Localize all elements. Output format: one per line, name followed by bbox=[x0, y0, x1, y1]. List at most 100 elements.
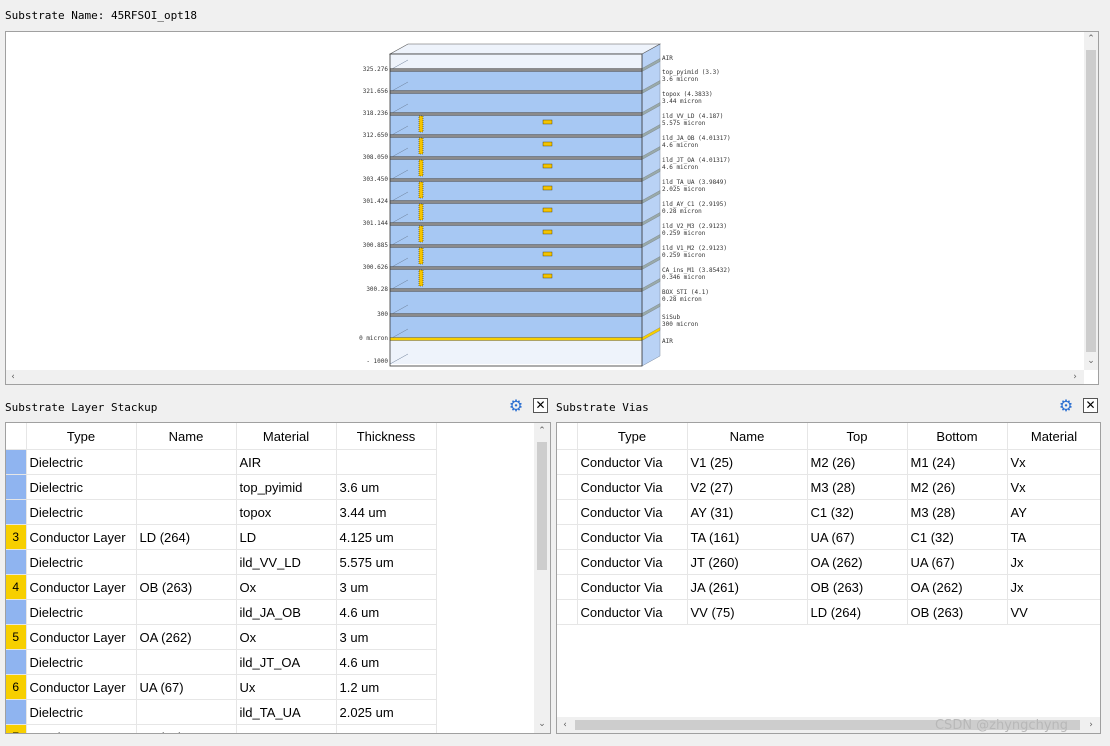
cell-thickness[interactable]: 5.575 um bbox=[336, 549, 437, 575]
cell-name[interactable] bbox=[136, 599, 237, 625]
cell-bottom[interactable]: M3 (28) bbox=[907, 499, 1008, 525]
cell-name[interactable] bbox=[136, 449, 237, 475]
scroll-down-icon[interactable]: ⌄ bbox=[534, 719, 550, 729]
cell-thickness[interactable]: 0.175 um bbox=[336, 724, 437, 733]
cell-name[interactable]: OA (262) bbox=[136, 624, 237, 650]
cell-name[interactable] bbox=[136, 549, 237, 575]
table-row[interactable]: Conductor Via V1 (25) M2 (26) M1 (24) Vx bbox=[557, 449, 1100, 475]
column-header-top[interactable]: Top bbox=[807, 423, 908, 450]
cell-thickness[interactable]: 3 um bbox=[336, 624, 437, 650]
cell-thickness[interactable] bbox=[336, 449, 437, 475]
cell-material[interactable]: top_pyimid bbox=[236, 474, 337, 500]
cell-name[interactable]: TA (161) bbox=[687, 524, 808, 550]
cell-type[interactable]: Conductor Via bbox=[577, 474, 688, 500]
scroll-right-icon[interactable]: › bbox=[1086, 720, 1096, 730]
cell-thickness[interactable]: 3.44 um bbox=[336, 499, 437, 525]
cell-material[interactable]: Ox bbox=[236, 624, 337, 650]
cell-material[interactable]: ild_JT_OA bbox=[236, 649, 337, 675]
cell-type[interactable]: Conductor Via bbox=[577, 574, 688, 600]
cell-material[interactable]: Jx bbox=[1007, 549, 1100, 575]
cell-type[interactable]: Dielectric bbox=[26, 549, 137, 575]
scroll-left-icon[interactable]: ‹ bbox=[8, 372, 18, 382]
cell-name[interactable]: LD (264) bbox=[136, 524, 237, 550]
cell-material[interactable]: Ux bbox=[236, 674, 337, 700]
table-row[interactable]: 6 Conductor Layer UA (67) Ux 1.2 um bbox=[6, 674, 437, 700]
scroll-left-icon[interactable]: ‹ bbox=[560, 720, 570, 730]
cell-name[interactable]: C1 (32) bbox=[136, 724, 237, 733]
column-header-type[interactable]: Type bbox=[577, 423, 688, 450]
stack-view[interactable]: 325.276 321.656 318.236 312.650 308.050 303.4… bbox=[5, 31, 1099, 385]
cell-thickness[interactable]: 4.6 um bbox=[336, 599, 437, 625]
cell-name[interactable] bbox=[136, 474, 237, 500]
scroll-right-icon[interactable]: › bbox=[1070, 372, 1080, 382]
cell-material[interactable]: AIR bbox=[236, 449, 337, 475]
cell-type[interactable]: Dielectric bbox=[26, 474, 137, 500]
cell-thickness[interactable]: 3 um bbox=[336, 574, 437, 600]
cell-bottom[interactable]: OA (262) bbox=[907, 574, 1008, 600]
cell-name[interactable]: JA (261) bbox=[687, 574, 808, 600]
table-row[interactable]: Conductor Via VV (75) LD (264) OB (263) VV bbox=[557, 599, 1100, 625]
cell-top[interactable]: OB (263) bbox=[807, 574, 908, 600]
cell-bottom[interactable]: M1 (24) bbox=[907, 449, 1008, 475]
cell-type[interactable]: Conductor Via bbox=[577, 524, 688, 550]
table-row[interactable]: Dielectric topox 3.44 um bbox=[6, 499, 437, 525]
cell-name[interactable] bbox=[136, 699, 237, 725]
cell-bottom[interactable]: UA (67) bbox=[907, 549, 1008, 575]
table-row[interactable]: Conductor Via AY (31) C1 (32) M3 (28) AY bbox=[557, 499, 1100, 525]
stack-horizontal-scrollbar[interactable]: ‹ › bbox=[6, 370, 1084, 384]
column-header-material[interactable]: Material bbox=[236, 423, 337, 450]
table-row[interactable]: Conductor Via JA (261) OB (263) OA (262) Jx bbox=[557, 574, 1100, 600]
cell-top[interactable]: M2 (26) bbox=[807, 449, 908, 475]
scroll-up-icon[interactable]: ⌃ bbox=[534, 426, 550, 436]
cell-material[interactable]: ild_TA_UA bbox=[236, 699, 337, 725]
cell-type[interactable]: Conductor Via bbox=[577, 449, 688, 475]
column-header-type[interactable]: Type bbox=[26, 423, 137, 450]
table-row[interactable]: Conductor Via JT (260) OA (262) UA (67) Jx bbox=[557, 549, 1100, 575]
cell-bottom[interactable]: C1 (32) bbox=[907, 524, 1008, 550]
cell-top[interactable]: C1 (32) bbox=[807, 499, 908, 525]
cell-type[interactable]: Conductor Via bbox=[577, 599, 688, 625]
cell-type[interactable]: Dielectric bbox=[26, 699, 137, 725]
cell-thickness[interactable]: 3.6 um bbox=[336, 474, 437, 500]
cell-name[interactable] bbox=[136, 499, 237, 525]
table-row[interactable]: 4 Conductor Layer OB (263) Ox 3 um bbox=[6, 574, 437, 600]
cell-material[interactable]: VV bbox=[1007, 599, 1100, 625]
cell-bottom[interactable]: OB (263) bbox=[907, 599, 1008, 625]
cell-bottom[interactable]: M2 (26) bbox=[907, 474, 1008, 500]
cell-material[interactable]: ild_JA_OB bbox=[236, 599, 337, 625]
cell-name[interactable]: V2 (27) bbox=[687, 474, 808, 500]
cell-type[interactable]: Dielectric bbox=[26, 449, 137, 475]
column-header-bottom[interactable]: Bottom bbox=[907, 423, 1008, 450]
cell-name[interactable]: V1 (25) bbox=[687, 449, 808, 475]
cell-type[interactable]: Dielectric bbox=[26, 599, 137, 625]
cell-thickness[interactable]: 4.125 um bbox=[336, 524, 437, 550]
cell-name[interactable]: OB (263) bbox=[136, 574, 237, 600]
scroll-down-icon[interactable]: ⌄ bbox=[1084, 356, 1098, 366]
column-header-name[interactable]: Name bbox=[136, 423, 237, 450]
cell-type[interactable]: Dielectric bbox=[26, 499, 137, 525]
cell-name[interactable]: UA (67) bbox=[136, 674, 237, 700]
scroll-up-icon[interactable]: ⌃ bbox=[1084, 34, 1098, 44]
cell-material[interactable]: LD bbox=[236, 524, 337, 550]
cell-type[interactable]: Conductor Layer bbox=[26, 724, 137, 733]
table-row[interactable]: Dielectric ild_TA_UA 2.025 um bbox=[6, 699, 437, 725]
cell-material[interactable]: topox bbox=[236, 499, 337, 525]
scroll-thumb[interactable] bbox=[1086, 50, 1096, 352]
cell-thickness[interactable]: 4.6 um bbox=[336, 649, 437, 675]
cell-thickness[interactable]: 1.2 um bbox=[336, 674, 437, 700]
cell-material[interactable]: TA bbox=[1007, 524, 1100, 550]
cell-name[interactable] bbox=[136, 649, 237, 675]
cell-material[interactable]: Cx bbox=[236, 724, 337, 733]
cell-material[interactable]: Ox bbox=[236, 574, 337, 600]
cell-top[interactable]: UA (67) bbox=[807, 524, 908, 550]
cell-type[interactable]: Conductor Layer bbox=[26, 624, 137, 650]
stackup-vertical-scrollbar[interactable]: ⌃ ⌄ bbox=[534, 423, 550, 733]
cell-top[interactable]: M3 (28) bbox=[807, 474, 908, 500]
table-row[interactable]: Conductor Via TA (161) UA (67) C1 (32) TA bbox=[557, 524, 1100, 550]
table-row[interactable]: Dielectric top_pyimid 3.6 um bbox=[6, 474, 437, 500]
column-header-thickness[interactable]: Thickness bbox=[336, 423, 437, 450]
table-row[interactable]: 7Conductor LayerC1 (32)Cx0.175 um bbox=[6, 724, 437, 733]
cell-type[interactable]: Conductor Layer bbox=[26, 674, 137, 700]
cell-type[interactable]: Conductor Layer bbox=[26, 524, 137, 550]
cell-type[interactable]: Dielectric bbox=[26, 649, 137, 675]
